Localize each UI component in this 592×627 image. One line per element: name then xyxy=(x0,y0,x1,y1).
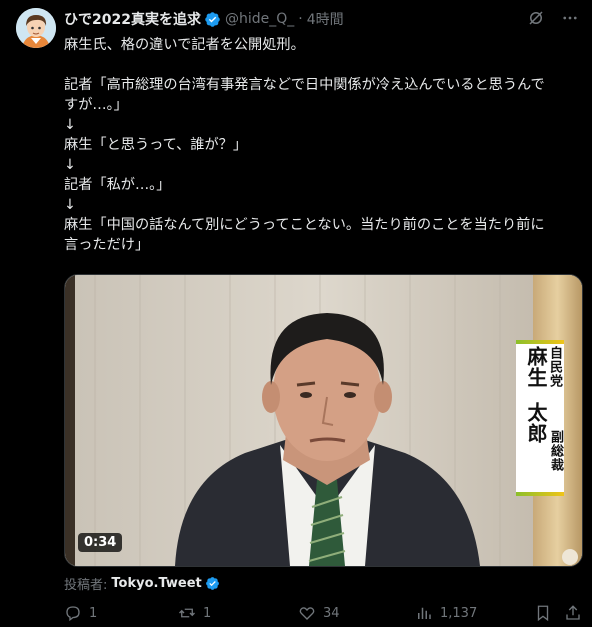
tweet-line: 記者「高市総理の台湾有事発言などで日中関係が冷え込んでいると思うんで xyxy=(64,77,545,93)
share-icon xyxy=(564,604,582,622)
header-actions xyxy=(526,8,580,28)
view-count: 1,137 xyxy=(440,605,478,621)
repost-icon xyxy=(178,604,196,622)
like-icon xyxy=(298,604,316,622)
tweet-line xyxy=(64,55,576,75)
more-icon[interactable] xyxy=(560,8,580,28)
caption-family-name: 麻生 xyxy=(524,346,548,388)
bookmark-icon xyxy=(534,604,552,622)
share-button[interactable] xyxy=(564,604,589,622)
video-frame xyxy=(65,275,582,566)
caption-stripe-top xyxy=(516,340,564,344)
tweet-line: すが…。」 xyxy=(64,97,128,113)
verified-badge-icon xyxy=(204,11,221,28)
name-caption: 自民党 麻生 太郎 副総裁 xyxy=(516,340,564,496)
verified-badge-icon xyxy=(205,576,220,591)
tweet-line: ↓ xyxy=(64,117,76,133)
tweet-line: 言っただけ」 xyxy=(64,237,150,253)
action-bar: 1 1 34 1,137 xyxy=(64,604,584,624)
tweet-line: 記者「私が…。」 xyxy=(64,177,171,193)
repost-button[interactable]: 1 xyxy=(178,604,211,622)
attribution: 投稿者: Tokyo.Tweet xyxy=(64,574,224,593)
like-count: 34 xyxy=(323,605,340,621)
repost-count: 1 xyxy=(203,605,212,621)
reply-icon xyxy=(64,604,82,622)
tweet-line: 麻生「中国の話なんて別にどうってことない。当たり前のことを当たり前に xyxy=(64,217,545,233)
tweet-line: ↓ xyxy=(64,157,76,173)
timestamp[interactable]: 4時間 xyxy=(307,9,344,29)
display-name[interactable]: ひで2022真実を追求 xyxy=(64,9,201,29)
views-button[interactable]: 1,137 xyxy=(415,604,477,622)
grok-icon[interactable] xyxy=(526,8,546,28)
tweet-text: 麻生氏、格の違いで記者を公開処刑。 記者「高市総理の台湾有事発言などで日中関係が… xyxy=(64,35,576,255)
caption-role: 副総裁 xyxy=(548,430,563,472)
attribution-label: 投稿者: xyxy=(64,578,108,593)
reply-button[interactable]: 1 xyxy=(64,604,97,622)
like-button[interactable]: 34 xyxy=(298,604,340,622)
tweet[interactable]: ひで2022真実を追求 @hide_Q_ · 4時間 麻生氏、格の違いで記者を公… xyxy=(0,0,592,627)
avatar[interactable] xyxy=(16,8,56,48)
handle[interactable]: @hide_Q_ xyxy=(225,11,294,27)
avatar-illustration xyxy=(16,8,56,48)
bookmark-button[interactable] xyxy=(534,604,559,622)
caption-stripe-bottom xyxy=(516,492,564,496)
reply-count: 1 xyxy=(89,605,98,621)
tweet-line: 麻生「と思うって、誰が？」 xyxy=(64,137,248,153)
views-icon xyxy=(415,604,433,622)
attribution-user[interactable]: Tokyo.Tweet xyxy=(111,576,201,591)
tweet-line: ↓ xyxy=(64,197,76,213)
separator: · xyxy=(298,11,303,27)
video-player[interactable]: 自民党 麻生 太郎 副総裁 0:34 xyxy=(64,274,583,567)
video-duration: 0:34 xyxy=(78,533,123,552)
tweet-line: 麻生氏、格の違いで記者を公開処刑。 xyxy=(64,37,305,53)
tweet-header: ひで2022真実を追求 @hide_Q_ · 4時間 xyxy=(64,8,534,30)
